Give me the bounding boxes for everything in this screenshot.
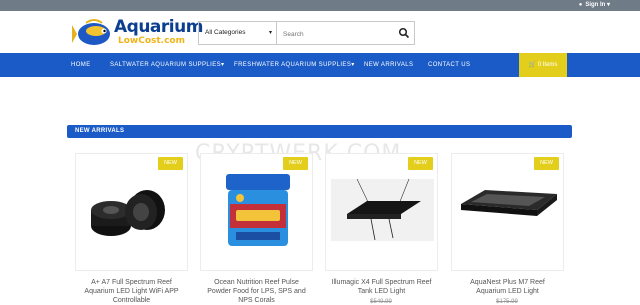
- new-badge: NEW: [408, 157, 433, 170]
- product-card[interactable]: NEW: [75, 153, 188, 271]
- product-card[interactable]: NEW: [451, 153, 564, 271]
- new-badge: NEW: [534, 157, 559, 170]
- sign-in-link[interactable]: ● Sign In ▾: [579, 1, 610, 10]
- chevron-down-icon: ▾: [221, 62, 225, 68]
- nav-contact[interactable]: CONTACT US: [428, 53, 470, 77]
- cart-button[interactable]: 🛒 0 Items: [519, 53, 567, 77]
- category-select-value: All Categories: [205, 29, 246, 36]
- product-card[interactable]: NEW: [200, 153, 313, 271]
- site-logo[interactable]: Aquarium LowCost.com: [72, 17, 203, 49]
- chevron-down-icon: ▾: [606, 2, 610, 8]
- nav-saltwater[interactable]: SALTWATER AQUARIUM SUPPLIES▾: [110, 53, 224, 77]
- product-name[interactable]: Ocean Nutrition Reef Pulse Powder Food f…: [194, 278, 319, 305]
- section-header: NEW ARRIVALS: [67, 125, 572, 138]
- nav-freshwater-label: FRESHWATER AQUARIUM SUPPLIES: [234, 62, 352, 68]
- product-name-line: Tank LED Light: [357, 288, 406, 295]
- product-name-line: Ocean Nutrition Reef Pulse: [214, 279, 299, 286]
- search-bar: All Categories ▾: [198, 21, 415, 46]
- chevron-down-icon: ▾: [268, 30, 272, 36]
- new-badge: NEW: [158, 157, 183, 170]
- cart-icon: 🛒: [528, 62, 537, 68]
- nav-freshwater[interactable]: FRESHWATER AQUARIUM SUPPLIES▾: [234, 53, 355, 77]
- product-name-line: AquaNest Plus M7 Reef: [470, 279, 545, 286]
- nav-new-arrivals[interactable]: NEW ARRIVALS: [364, 53, 413, 77]
- logo-text-sub: LowCost.com: [118, 36, 185, 46]
- logo-text-main: Aquarium: [114, 17, 203, 37]
- product-name-line: Aquarium LED Light: [476, 288, 539, 295]
- product-image[interactable]: [331, 174, 434, 250]
- product-price: $175.99: [496, 299, 518, 305]
- product-image[interactable]: [81, 174, 184, 250]
- chevron-down-icon: ▾: [351, 62, 355, 68]
- product-card[interactable]: NEW: [325, 153, 438, 271]
- nav-home[interactable]: HOME: [71, 53, 91, 77]
- section-title: NEW ARRIVALS: [75, 128, 125, 134]
- new-badge: NEW: [283, 157, 308, 170]
- search-input[interactable]: [278, 22, 401, 46]
- product-name-line: Powder Food for LPS, SPS and: [207, 288, 306, 295]
- category-select[interactable]: All Categories ▾: [199, 22, 277, 44]
- cart-label: 0 Items: [537, 62, 558, 68]
- product-name-line: A+ A7 Full Spectrum Reef: [91, 279, 172, 286]
- product-name-line: Aquarium LED Light WiFi APP: [84, 288, 179, 295]
- product-name[interactable]: Illumagic X4 Full Spectrum Reef Tank LED…: [319, 278, 444, 296]
- product-price: $549.99: [370, 299, 392, 305]
- search-icon[interactable]: [398, 27, 410, 39]
- product-name[interactable]: AquaNest Plus M7 Reef Aquarium LED Light: [445, 278, 570, 296]
- top-bar: ● Sign In ▾: [0, 0, 640, 11]
- product-image[interactable]: [457, 174, 560, 250]
- fish-logo-icon: [72, 19, 110, 45]
- product-name[interactable]: A+ A7 Full Spectrum Reef Aquarium LED Li…: [69, 278, 194, 305]
- nav-saltwater-label: SALTWATER AQUARIUM SUPPLIES: [110, 62, 222, 68]
- product-image[interactable]: [206, 174, 309, 250]
- product-name-line: Illumagic X4 Full Spectrum Reef: [331, 279, 432, 286]
- sign-in-label: Sign In: [585, 2, 606, 8]
- user-icon: ●: [578, 2, 583, 8]
